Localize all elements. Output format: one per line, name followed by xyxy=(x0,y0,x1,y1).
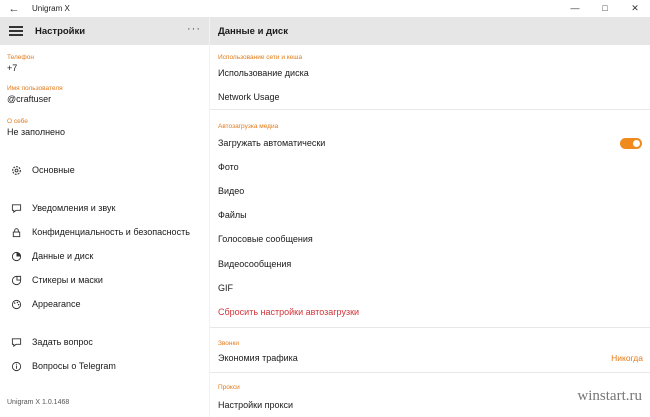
back-arrow-icon[interactable]: ← xyxy=(0,3,28,15)
auto-download-toggle[interactable] xyxy=(620,138,642,149)
files-item[interactable]: Файлы xyxy=(218,210,643,220)
gear-icon xyxy=(9,165,23,176)
menu-item-notifications[interactable]: Уведомления и звук xyxy=(0,197,209,219)
reset-autoload-button[interactable]: Сбросить настройки автозагрузки xyxy=(218,307,643,317)
settings-pane: Настройки ··· Телефон +7 Имя пользовател… xyxy=(0,17,209,417)
question-icon xyxy=(9,337,23,348)
disk-usage-item[interactable]: Использование диска xyxy=(218,68,643,78)
section-proxy: Прокси xyxy=(218,384,240,391)
chat-icon xyxy=(9,203,23,214)
menu-item-appearance[interactable]: Appearance xyxy=(0,293,209,315)
section-autoload: Автозагрузка медиа xyxy=(218,123,279,130)
traffic-saving-item[interactable]: Экономия трафика xyxy=(218,353,643,363)
more-options-icon[interactable]: ··· xyxy=(187,23,201,35)
network-usage-item[interactable]: Network Usage xyxy=(218,92,643,102)
window-controls: — □ ✕ xyxy=(560,0,650,17)
menu-label: Задать вопрос xyxy=(32,337,93,347)
menu-label: Уведомления и звук xyxy=(32,203,116,213)
page-title: Данные и диск xyxy=(218,25,288,37)
username-label: Имя пользователя xyxy=(7,85,63,92)
menu-label: Вопросы о Telegram xyxy=(32,361,116,371)
bio-label: О себе xyxy=(7,118,28,125)
traffic-saving-value: Никогда xyxy=(611,353,643,363)
menu-item-privacy[interactable]: Конфиденциальность и безопасность xyxy=(0,221,209,243)
menu-item-ask-question[interactable]: Задать вопрос xyxy=(0,331,209,353)
maximize-icon[interactable]: □ xyxy=(590,0,620,17)
divider xyxy=(210,109,650,110)
info-icon xyxy=(9,361,23,372)
menu-label: Основные xyxy=(32,165,75,175)
lock-icon xyxy=(9,227,23,238)
bio-field[interactable]: О себе Не заполнено xyxy=(0,118,65,137)
divider xyxy=(210,327,650,328)
menu-label: Данные и диск xyxy=(32,251,94,261)
phone-value: +7 xyxy=(7,63,18,73)
auto-download-item: Загружать автоматически xyxy=(218,138,326,148)
video-item[interactable]: Видео xyxy=(218,186,643,196)
close-icon[interactable]: ✕ xyxy=(620,0,650,17)
photo-item[interactable]: Фото xyxy=(218,162,643,172)
toggle-knob xyxy=(633,140,640,147)
pie-chart-icon xyxy=(9,251,23,262)
phone-label: Телефон xyxy=(7,54,34,61)
settings-title: Настройки xyxy=(35,25,86,37)
voice-messages-item[interactable]: Голосовые сообщения xyxy=(218,234,643,244)
watermark: winstart.ru xyxy=(577,388,642,404)
hamburger-menu-icon[interactable] xyxy=(9,24,23,39)
menu-item-telegram-faq[interactable]: Вопросы о Telegram xyxy=(0,355,209,377)
menu-label: Appearance xyxy=(32,299,81,309)
divider xyxy=(210,372,650,373)
menu-label: Стикеры и маски xyxy=(32,275,103,285)
section-usage: Использование сети и кеша xyxy=(218,54,303,61)
window-title: Unigram X xyxy=(32,4,70,13)
sticker-icon xyxy=(9,275,23,286)
phone-field[interactable]: Телефон +7 xyxy=(0,54,34,73)
menu-item-data-storage[interactable]: Данные и диск xyxy=(0,245,209,267)
settings-header: Настройки ··· xyxy=(0,17,209,45)
username-field[interactable]: Имя пользователя @craftuser xyxy=(0,85,63,104)
minimize-icon[interactable]: — xyxy=(560,0,590,17)
palette-icon xyxy=(9,299,23,310)
gif-item[interactable]: GIF xyxy=(218,283,643,293)
section-calls: Звонки xyxy=(218,340,239,347)
bio-value: Не заполнено xyxy=(7,127,66,137)
data-storage-pane: Данные и диск Использование сети и кеша … xyxy=(210,17,650,417)
data-storage-header: Данные и диск xyxy=(210,17,650,45)
username-value: @craftuser xyxy=(7,94,52,104)
version-label: Unigram X 1.0.1468 xyxy=(7,399,70,406)
title-bar: ← Unigram X — □ ✕ xyxy=(0,0,650,17)
menu-item-stickers[interactable]: Стикеры и маски xyxy=(0,269,209,291)
video-messages-item[interactable]: Видеосообщения xyxy=(218,259,643,269)
menu-label: Конфиденциальность и безопасность xyxy=(32,227,190,237)
menu-item-general[interactable]: Основные xyxy=(0,159,209,181)
